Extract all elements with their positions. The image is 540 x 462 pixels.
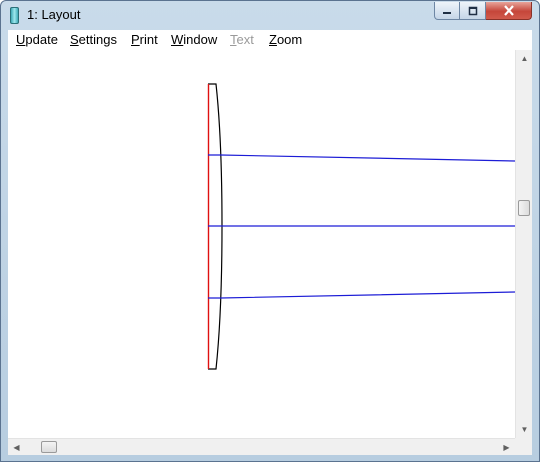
scroll-corner [515, 438, 532, 455]
minimize-button[interactable] [434, 2, 460, 20]
scroll-up-icon[interactable]: ▲ [516, 50, 533, 67]
horizontal-scroll-thumb[interactable] [41, 441, 57, 453]
layout-canvas[interactable] [8, 50, 516, 438]
menu-zoom[interactable]: Zoom [269, 32, 302, 47]
vertical-scrollbar[interactable]: ▲ ▼ [515, 50, 532, 438]
menu-print[interactable]: Print [131, 32, 158, 47]
menu-bar: Update Settings Print Window Text Zoom [8, 30, 532, 50]
menu-settings[interactable]: Settings [70, 32, 117, 47]
ray-upper [208, 154, 516, 162]
window-title: 1: Layout [27, 7, 81, 22]
vertical-scroll-thumb[interactable] [518, 200, 530, 216]
scroll-left-icon[interactable]: ◀ [8, 439, 25, 456]
close-icon [503, 5, 514, 16]
scroll-down-icon[interactable]: ▼ [516, 421, 533, 438]
maximize-button[interactable] [460, 2, 486, 20]
menu-window[interactable]: Window [171, 32, 217, 47]
layout-drawing [207, 83, 516, 370]
ray-lower [208, 291, 516, 299]
scroll-right-icon[interactable]: ▶ [498, 439, 515, 456]
maximize-icon [468, 6, 477, 15]
app-icon[interactable] [10, 7, 19, 24]
horizontal-scrollbar[interactable]: ◀ ▶ [8, 438, 515, 455]
close-button[interactable] [486, 2, 532, 20]
menu-text: Text [230, 32, 254, 47]
layout-window: 1: Layout Update Settings Print Window T… [0, 0, 540, 462]
minimize-icon [443, 11, 451, 14]
menu-update[interactable]: Update [16, 32, 58, 47]
title-bar[interactable]: 1: Layout [1, 1, 539, 31]
